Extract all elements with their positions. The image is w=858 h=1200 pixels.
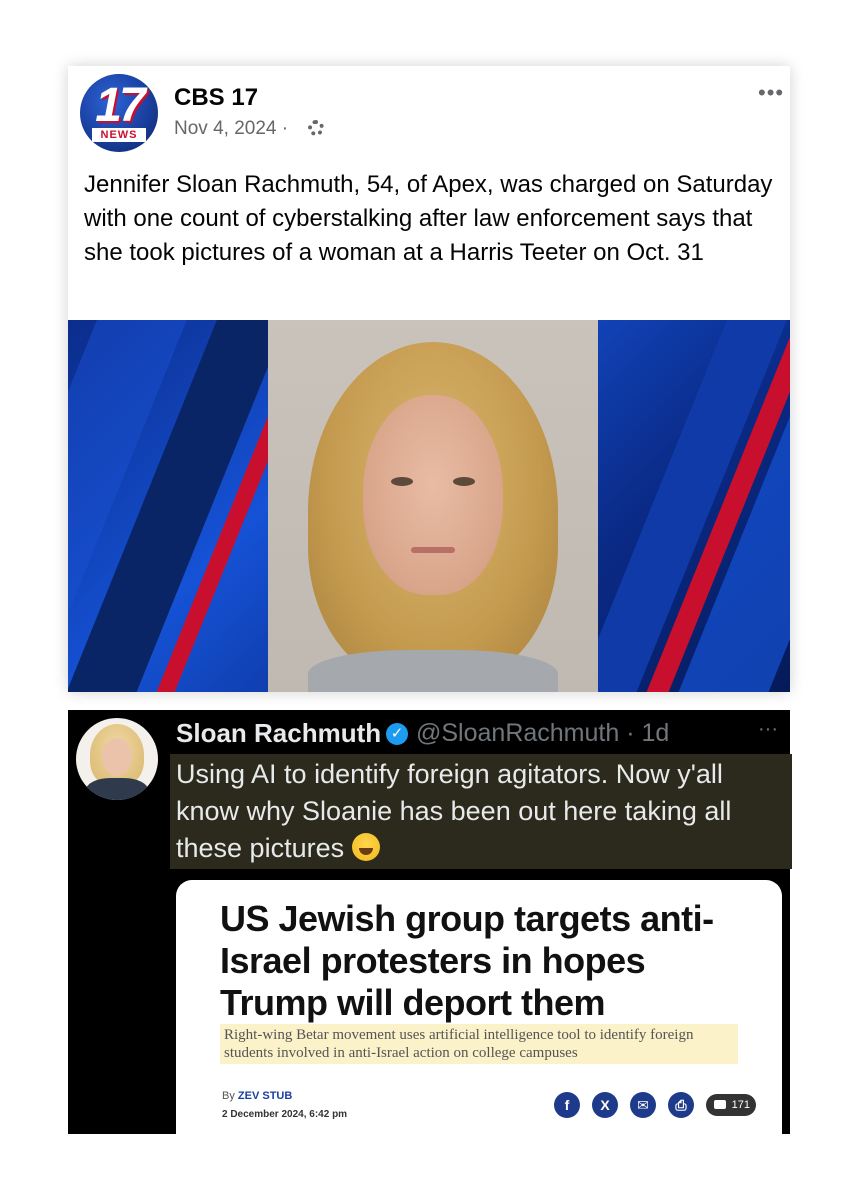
- more-options-icon[interactable]: ···: [758, 718, 778, 741]
- article-headline[interactable]: US Jewish group targets anti-Israel prot…: [220, 898, 760, 1024]
- facebook-post-card: 17 NEWS CBS 17 Nov 4, 2024 · ••• Jennife…: [68, 66, 790, 692]
- avatar[interactable]: [76, 718, 158, 800]
- verified-badge-icon: ✓: [386, 723, 408, 745]
- author-name[interactable]: ZEV STUB: [238, 1090, 292, 1102]
- post-date[interactable]: Nov 4, 2024 ·: [174, 118, 288, 140]
- article-byline: By ZEV STUB: [222, 1090, 292, 1102]
- eye: [391, 477, 413, 486]
- print-icon[interactable]: ⎙: [668, 1092, 694, 1118]
- face: [363, 395, 503, 595]
- mugshot-photo: [268, 320, 598, 692]
- byline-prefix: By: [222, 1090, 238, 1102]
- facebook-share-icon[interactable]: f: [554, 1092, 580, 1118]
- post-image[interactable]: [68, 320, 790, 692]
- avatar-body: [86, 778, 148, 800]
- logo-number: 17: [95, 79, 145, 132]
- post-text: Jennifer Sloan Rachmuth, 54, of Apex, wa…: [84, 171, 773, 266]
- tweet-text-content: Using AI to identify foreign agitators. …: [176, 759, 732, 863]
- news-article-card[interactable]: US Jewish group targets anti-Israel prot…: [176, 880, 782, 1134]
- tweet-card: Sloan Rachmuth ✓ @SloanRachmuth · 1d ···…: [68, 710, 792, 1134]
- article-subheadline: Right-wing Betar movement uses artificia…: [220, 1024, 738, 1064]
- eye: [453, 477, 475, 486]
- tweet-text: Using AI to identify foreign agitators. …: [170, 754, 792, 869]
- avatar-face: [102, 738, 132, 776]
- x-share-icon[interactable]: X: [592, 1092, 618, 1118]
- more-options-icon[interactable]: •••: [758, 80, 784, 106]
- mouth: [411, 547, 455, 553]
- cbs17-logo-avatar[interactable]: 17 NEWS: [80, 74, 158, 152]
- shirt: [308, 650, 558, 692]
- settings-gear-icon: [308, 120, 324, 136]
- tweet-handle-time[interactable]: @SloanRachmuth · 1d: [416, 719, 669, 748]
- article-date: 2 December 2024, 6:42 pm: [222, 1109, 348, 1120]
- page-name[interactable]: CBS 17: [174, 84, 258, 112]
- logo-news-label: NEWS: [92, 128, 146, 142]
- tweet-author-name[interactable]: Sloan Rachmuth: [176, 718, 381, 749]
- email-share-icon[interactable]: ✉: [630, 1092, 656, 1118]
- comment-count[interactable]: 171: [706, 1094, 756, 1116]
- face-with-tears-of-joy-icon: [351, 833, 380, 861]
